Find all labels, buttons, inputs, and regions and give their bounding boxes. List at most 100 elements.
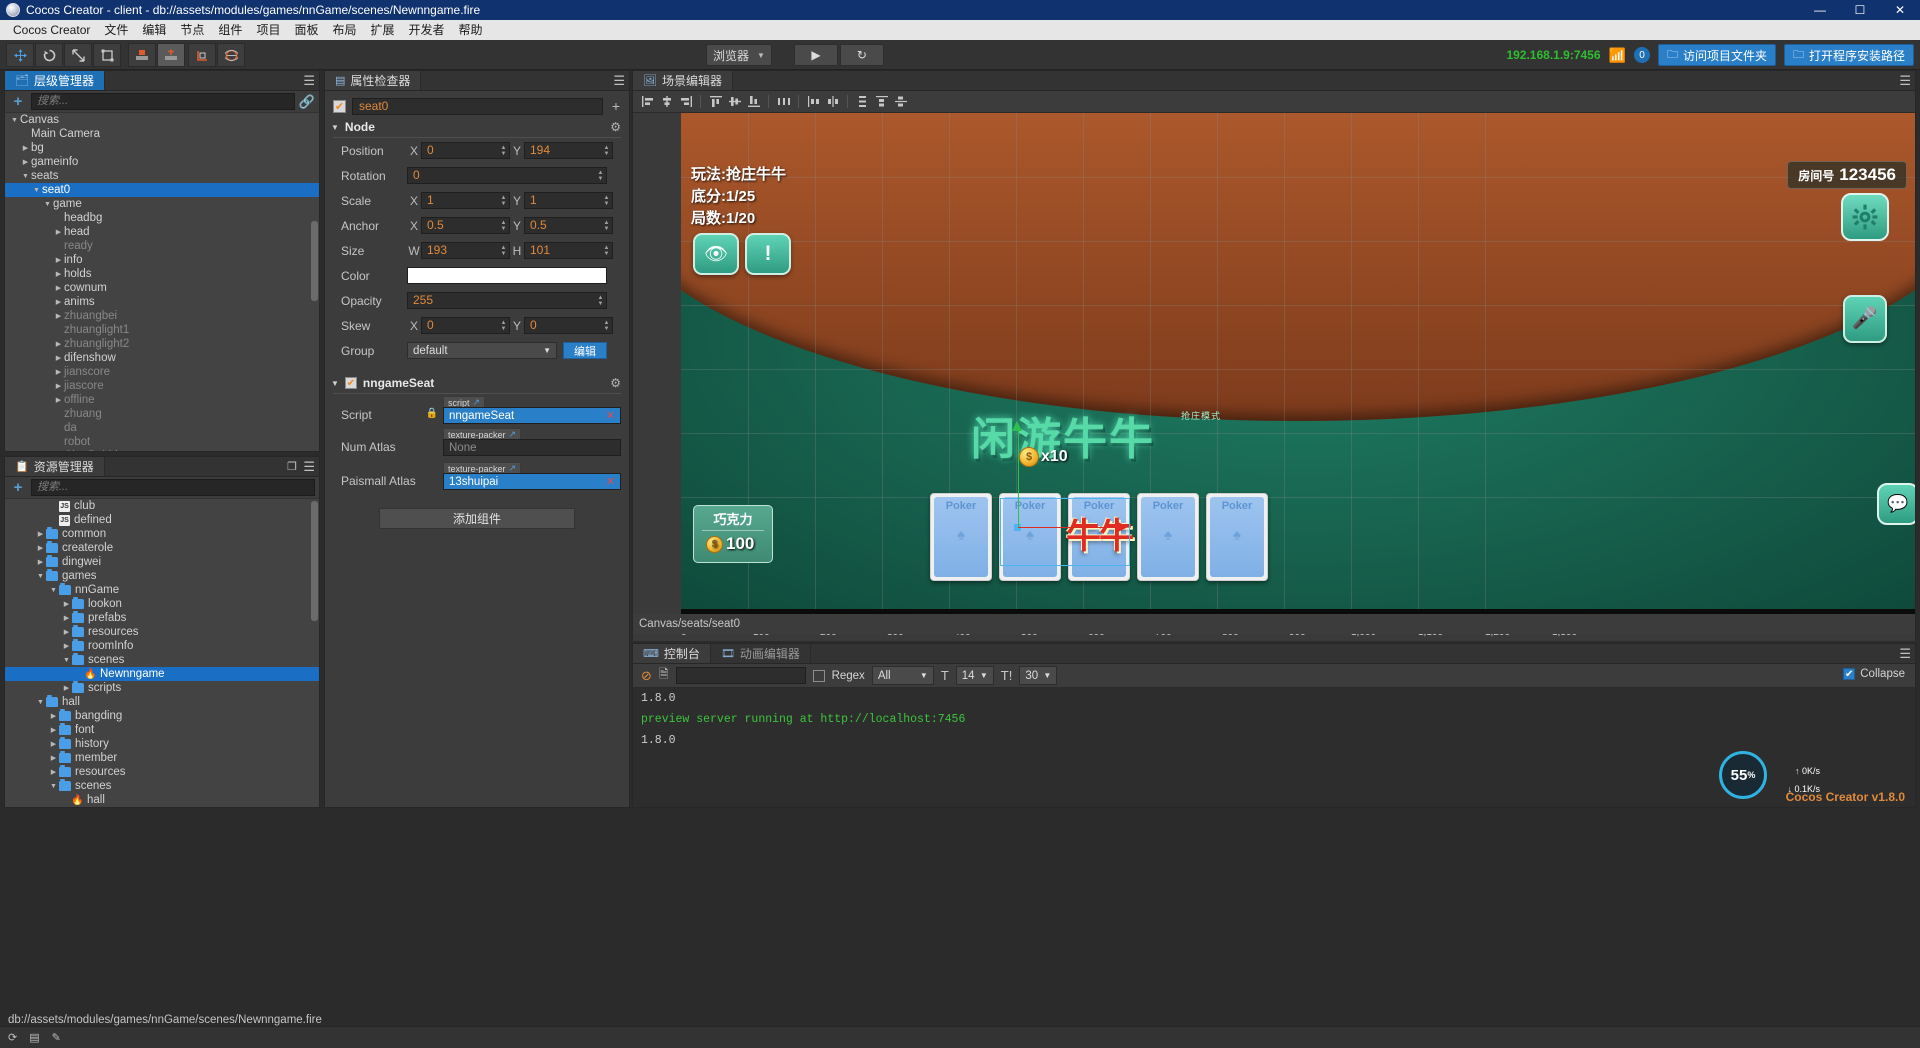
align-bottom-icon[interactable] <box>745 94 762 110</box>
play-button[interactable]: ▶ <box>793 44 838 66</box>
scene-viewport[interactable]: 使用鼠标右键平移视图焦点，使用滚轮缩放视图 700 600 500 400 30… <box>633 113 1915 641</box>
hierarchy-node-headbg[interactable]: headbg <box>5 211 319 225</box>
menu-item-help[interactable]: 帮助 <box>452 20 490 40</box>
tab-scene[interactable]: 🖼 场景编辑器 <box>633 71 733 90</box>
hierarchy-node-zhuang[interactable]: zhuang <box>5 407 319 421</box>
chevron-right-icon[interactable]: ▶ <box>35 530 46 538</box>
chevron-right-icon[interactable]: ▶ <box>53 340 64 348</box>
y-axis-gizmo[interactable] <box>1018 425 1019 527</box>
asset-node-scenes[interactable]: ▼ scenes <box>5 779 319 793</box>
distribute-v2-icon[interactable] <box>873 94 890 110</box>
line-count-select[interactable]: 30 ▼ <box>1019 666 1058 685</box>
chat-button[interactable]: 💬 <box>1877 483 1915 525</box>
hierarchy-node-bg[interactable]: ▶ bg <box>5 141 319 155</box>
menu-item-layout[interactable]: 布局 <box>325 20 363 40</box>
position-x-input[interactable]: 0 ▲ ▼ <box>421 142 510 159</box>
distribute-h-icon[interactable] <box>775 94 792 110</box>
anchor-tool-button[interactable] <box>188 43 216 67</box>
script-asset-field[interactable]: nngameSeat ✕ <box>443 407 621 424</box>
x-axis-gizmo[interactable] <box>1018 527 1122 528</box>
chevron-down-icon[interactable]: ▼ <box>61 657 72 664</box>
chevron-down-icon[interactable]: ▼ <box>48 783 59 790</box>
size-w-input[interactable]: 193 ▲ ▼ <box>421 242 510 259</box>
distribute-v3-icon[interactable] <box>892 94 909 110</box>
maximize-button[interactable]: ☐ <box>1840 0 1880 20</box>
list-icon[interactable]: ▤ <box>29 1031 39 1044</box>
asset-node-prefabs[interactable]: ▶ prefabs <box>5 611 319 625</box>
add-component-button[interactable]: 添加组件 <box>379 508 575 529</box>
card-4[interactable]: Poker <box>1137 493 1199 581</box>
group-select[interactable]: default ▼ <box>407 342 557 359</box>
chevron-right-icon[interactable]: ▶ <box>61 684 72 692</box>
tab-inspector[interactable]: ▤ 属性检查器 <box>325 71 422 90</box>
clear-icon[interactable]: ⊘ <box>641 668 652 684</box>
scale-tool-button[interactable] <box>64 43 92 67</box>
position-y-stepper[interactable]: ▲ ▼ <box>602 143 611 158</box>
scene-panel-menu-icon[interactable]: ☰ <box>1899 73 1911 89</box>
asset-node-scripts[interactable]: ▶ scripts <box>5 681 319 695</box>
chevron-right-icon[interactable]: ▶ <box>48 740 59 748</box>
edit-icon[interactable]: ✎ <box>52 1031 61 1044</box>
sync-icon[interactable]: ⟳ <box>8 1031 17 1044</box>
node-add-icon[interactable]: + <box>609 98 623 114</box>
chevron-right-icon[interactable]: ▶ <box>35 558 46 566</box>
asset-node-bangding[interactable]: ▶ bangding <box>5 709 319 723</box>
hierarchy-scrollbar[interactable] <box>311 221 318 301</box>
menu-item-project[interactable]: 项目 <box>249 20 287 40</box>
menu-item-cocos[interactable]: Cocos Creator <box>6 20 97 40</box>
hierarchy-node-canvas[interactable]: ▼ Canvas <box>5 113 319 127</box>
chevron-right-icon[interactable]: ▶ <box>53 354 64 362</box>
anchor-y-input[interactable]: 0.5 ▲ ▼ <box>524 217 613 234</box>
inspector-panel-menu-icon[interactable]: ☰ <box>613 73 625 89</box>
skew-y-stepper[interactable]: ▲ ▼ <box>602 318 611 333</box>
asset-node-newnngame[interactable]: 🔥 Newnngame <box>5 667 319 681</box>
hierarchy-node-cownum[interactable]: ▶ cownum <box>5 281 319 295</box>
asset-node-club[interactable]: JS club <box>5 499 319 513</box>
hierarchy-node-seats[interactable]: ▼ seats <box>5 169 319 183</box>
chevron-right-icon[interactable]: ▶ <box>48 768 59 776</box>
hierarchy-node-game[interactable]: ▼ game <box>5 197 319 211</box>
chevron-down-icon[interactable]: ▼ <box>42 201 53 208</box>
notification-badge[interactable]: 0 <box>1633 47 1650 63</box>
gear-icon-node[interactable]: ⚙ <box>610 120 621 134</box>
asset-node-defined[interactable]: JS defined <box>5 513 319 527</box>
move-tool-button[interactable] <box>6 43 34 67</box>
node-name-input[interactable]: seat0 <box>352 97 603 115</box>
eye-button[interactable]: 👁 <box>693 233 739 275</box>
console-filter-input[interactable] <box>675 667 806 684</box>
anchor-x-input[interactable]: 0.5 ▲ ▼ <box>421 217 510 234</box>
coord-tool-button[interactable] <box>157 43 185 67</box>
color-swatch[interactable] <box>407 267 607 284</box>
chevron-right-icon[interactable]: ▶ <box>61 642 72 650</box>
hierarchy-node-zhuanglight2[interactable]: ▶ zhuanglight2 <box>5 337 319 351</box>
assets-panel-menu-icon[interactable]: ☰ <box>303 459 315 475</box>
console-log-area[interactable]: 1.8.0 preview server running at http://l… <box>633 688 1915 807</box>
rotate-tool-button[interactable] <box>35 43 63 67</box>
collapse-checkbox[interactable]: ✔ <box>1843 668 1856 680</box>
paismall-atlas-asset-field[interactable]: 13shuipai ✕ <box>443 473 621 490</box>
hierarchy-node-head[interactable]: ▶ head <box>5 225 319 239</box>
opacity-input[interactable]: 255 ▲ ▼ <box>407 292 607 309</box>
hierarchy-node-da[interactable]: da <box>5 421 319 435</box>
hierarchy-node-jiascore[interactable]: ▶ jiascore <box>5 379 319 393</box>
hierarchy-node-jianscore[interactable]: ▶ jianscore <box>5 365 319 379</box>
chevron-down-icon[interactable]: ▼ <box>31 187 42 194</box>
chevron-down-icon[interactable]: ▼ <box>35 699 46 706</box>
asset-node-hall[interactable]: 🔥 hall <box>5 793 319 807</box>
hierarchy-node-main camera[interactable]: Main Camera <box>5 127 319 141</box>
tab-hierarchy[interactable]: 🗂 层级管理器 <box>5 71 105 90</box>
hierarchy-node-offline[interactable]: ▶ offline <box>5 393 319 407</box>
skew-x-input[interactable]: 0 ▲ ▼ <box>421 317 510 334</box>
hierarchy-tree[interactable]: ▼ Canvas Main Camera ▶ bg ▶ gameinfo ▼ seats ▼ sea… <box>5 113 319 451</box>
skew-x-stepper[interactable]: ▲ ▼ <box>499 318 508 333</box>
close-button[interactable]: ✕ <box>1880 0 1920 20</box>
chevron-right-icon[interactable]: ▶ <box>35 544 46 552</box>
align-center-h-icon[interactable] <box>658 94 675 110</box>
console-panel-menu-icon[interactable]: ☰ <box>1899 646 1911 662</box>
anchor-x-stepper[interactable]: ▲ ▼ <box>499 218 508 233</box>
asset-node-lookon[interactable]: ▶ lookon <box>5 597 319 611</box>
assets-search-input[interactable]: 搜索... <box>31 479 315 496</box>
distribute-center-icon[interactable] <box>824 94 841 110</box>
hierarchy-node-robot[interactable]: robot <box>5 435 319 449</box>
hierarchy-node-anims[interactable]: ▶ anims <box>5 295 319 309</box>
